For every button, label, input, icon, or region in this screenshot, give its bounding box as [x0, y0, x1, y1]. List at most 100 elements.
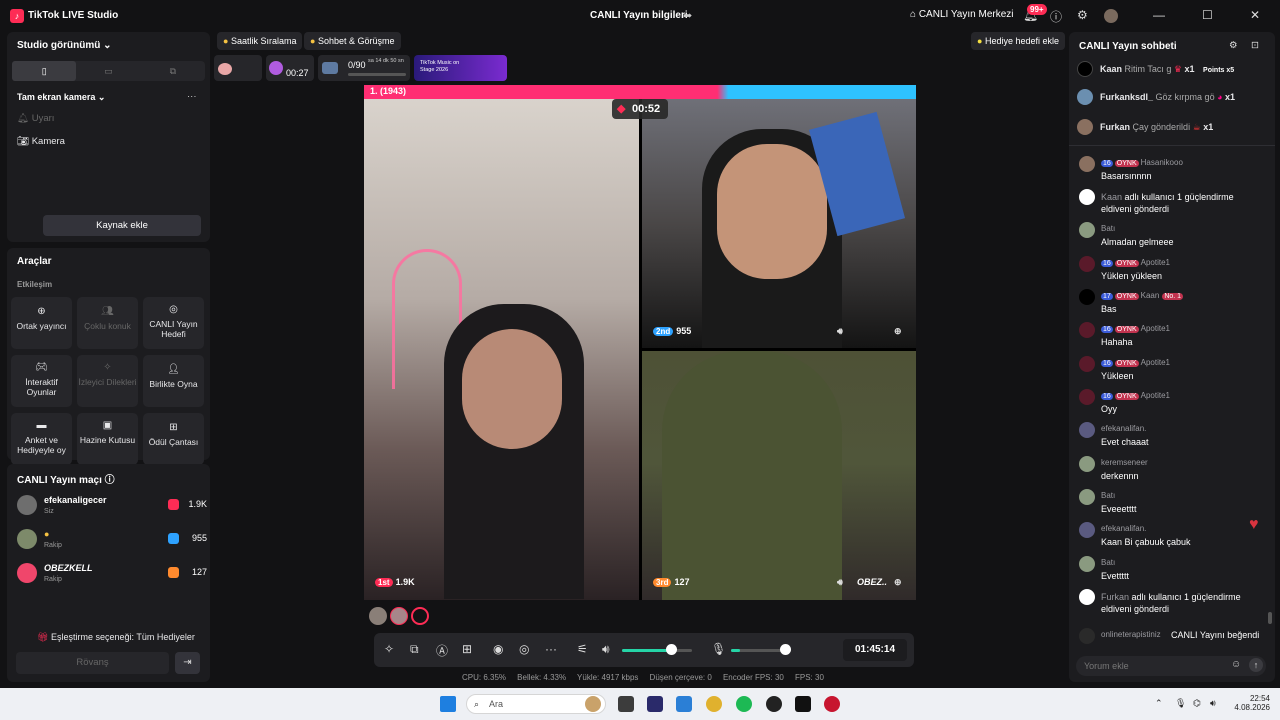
widget-icon[interactable] — [585, 696, 601, 712]
interactive-games-tool[interactable]: 🎮︎ İnteraktif Oyunlar — [11, 355, 72, 407]
pairing-option[interactable]: 🎁︎ Eşleştirme seçeneği: Tüm Hediyeler — [37, 632, 195, 643]
chat-user[interactable]: efekanalifan. — [1101, 424, 1146, 433]
source-camera[interactable]: 📷︎ Kamera — [17, 136, 65, 147]
record-icon[interactable]: ◉ — [493, 642, 503, 656]
add-media-icon[interactable]: ⊞ — [462, 642, 472, 656]
chat-user[interactable]: 17 OYNK Kaan No. 1 — [1101, 291, 1184, 300]
hourly-ranking-pill[interactable]: ● Saatlik Sıralama — [217, 32, 303, 50]
media-icon[interactable] — [824, 696, 840, 712]
avatar[interactable] — [369, 607, 387, 625]
avatar[interactable] — [390, 607, 408, 625]
more-icon[interactable]: ··· — [545, 642, 557, 656]
exit-icon[interactable]: ⇥ — [175, 652, 200, 674]
gear-icon[interactable]: ⚙ — [1077, 8, 1088, 22]
clock[interactable]: 22:54 4.08.2026 — [1230, 694, 1270, 712]
chat-user[interactable]: 16 OYNK Hasanikooo — [1101, 158, 1183, 167]
network-icon[interactable]: ⌬ — [1193, 698, 1201, 709]
close-icon[interactable]: ✕ — [1250, 8, 1260, 22]
windows-start-icon[interactable] — [440, 696, 456, 712]
volume-knob[interactable] — [666, 644, 677, 655]
chat-user[interactable]: keremseneer — [1101, 458, 1148, 467]
tiktok-icon[interactable] — [795, 696, 811, 712]
live-icon[interactable]: ◎ — [519, 642, 529, 656]
mail-icon[interactable] — [676, 696, 692, 712]
pink-rank-icon — [168, 499, 179, 510]
microphone-icon[interactable]: 🎙︎ — [711, 642, 726, 656]
chat-user[interactable]: Batı — [1101, 224, 1115, 233]
obs-icon[interactable] — [766, 696, 782, 712]
mic-tray-icon[interactable]: 🎙︎ — [1175, 698, 1186, 709]
avatar[interactable] — [1104, 9, 1118, 23]
multi-guest-tool[interactable]: 👥︎ Çoklu konuk — [77, 297, 138, 349]
music-banner[interactable]: TikTok Music on Stage 2026 — [414, 55, 507, 81]
chat-user[interactable]: 16 OYNK Apotite1 — [1101, 358, 1170, 367]
sticker-chip[interactable] — [214, 55, 262, 81]
tool-label: CANLI Yayın Hedefi — [149, 319, 198, 339]
ai-icon[interactable]: Ⓐ — [436, 642, 448, 659]
chat-user[interactable]: onlineterapistiniz — [1101, 630, 1161, 639]
help-icon[interactable]: ⓘ — [105, 475, 115, 486]
studio-view-title[interactable]: Studio görünümü ⌄ — [17, 40, 112, 51]
tray-chevron-icon[interactable]: ⌃ — [1155, 698, 1163, 709]
portrait-icon[interactable]: ▯ — [12, 61, 77, 81]
chat-user[interactable]: efekanalifan. — [1101, 524, 1146, 533]
p3-add-icon[interactable]: ⊕ — [894, 577, 902, 588]
chrome-icon[interactable] — [706, 696, 722, 712]
magic-wand-icon[interactable]: ✧ — [384, 642, 394, 656]
rematch-button[interactable]: Rövanş — [16, 652, 169, 674]
live-info-title[interactable]: CANLI Yayın bilgileri — [590, 10, 688, 21]
viewer-wishes-tool[interactable]: ✧ İzleyici Dilekleri — [77, 355, 138, 407]
avatar — [1079, 589, 1095, 605]
layered-icon[interactable]: ⧉ — [141, 61, 205, 81]
spotify-icon[interactable] — [736, 696, 752, 712]
progress-chip[interactable]: 0/90 sa 14 dk 50 sn — [318, 55, 410, 81]
chat-call-pill[interactable]: ● Sohbet & Görüşme — [304, 32, 401, 50]
ae-icon[interactable] — [647, 696, 663, 712]
chat-user[interactable]: 16 OYNK Apotite1 — [1101, 258, 1170, 267]
source-alert[interactable]: 🔔︎ Uyarı — [17, 113, 54, 124]
cohost-tool[interactable]: ⊕ Ortak yayıncı — [11, 297, 72, 349]
poll-tool[interactable]: ▬ Anket ve Hediyeyle oy — [11, 413, 72, 465]
speaker-icon[interactable]: 🔊︎ — [602, 642, 610, 657]
chat-username[interactable]: Kaan — [1101, 192, 1125, 202]
live-goal-tool[interactable]: ◎ CANLI Yayın Hedefi — [143, 297, 204, 349]
chat-user[interactable]: 16 OYNK Apotite1 — [1101, 324, 1170, 333]
chat-user[interactable]: Batı — [1101, 491, 1115, 500]
popout-icon[interactable]: ⊡ — [1251, 40, 1259, 51]
effects-icon[interactable]: ⧉ — [410, 642, 419, 657]
p2-add-icon[interactable]: ⊕ — [894, 326, 902, 337]
volume-slider[interactable] — [622, 649, 692, 652]
avatar[interactable] — [411, 607, 429, 625]
minimize-icon[interactable]: — — [1153, 8, 1165, 22]
chat-username[interactable]: Furkan — [1101, 592, 1132, 602]
camera-icon: 📷︎ — [17, 136, 30, 147]
avatar — [1079, 256, 1095, 272]
chat-user[interactable]: 16 OYNK Apotite1 — [1101, 391, 1170, 400]
chat-username: efekanalifan. — [1101, 424, 1147, 433]
treasure-box-tool[interactable]: ▣ Hazine Kutusu — [77, 413, 138, 465]
chat-scrollbar[interactable] — [1268, 612, 1272, 624]
play-together-tool[interactable]: 👤︎ Birlikte Oyna — [143, 355, 204, 407]
settings-sliders-icon[interactable]: ⚟ — [577, 642, 588, 656]
bag-icon: ⊞ — [169, 422, 178, 433]
maximize-icon[interactable]: ☐ — [1202, 8, 1213, 22]
p2-mute-icon[interactable]: 🔊︎ — [837, 326, 843, 337]
add-source-button[interactable]: Kaynak ekle — [43, 215, 201, 236]
gear-icon[interactable]: ⚙ — [1229, 40, 1238, 51]
help-icon[interactable]: ⓘ — [1050, 8, 1062, 25]
landscape-icon[interactable]: ▭ — [76, 61, 140, 81]
more-icon[interactable]: ··· — [187, 91, 197, 102]
send-icon[interactable]: ↑ — [1249, 658, 1263, 672]
files-icon[interactable] — [618, 696, 634, 712]
gift-goal-pill[interactable]: ● Hediye hedefi ekle — [971, 32, 1066, 50]
mic-knob[interactable] — [780, 644, 791, 655]
p3-mute-icon[interactable]: 🔊︎ — [837, 577, 843, 588]
reward-bag-tool[interactable]: ⊞ Ödül Çantası — [143, 413, 204, 465]
live-center-button[interactable]: ⌂ CANLI Yayın Merkezi — [910, 9, 1014, 20]
timer-chip[interactable]: 00:27 — [266, 55, 314, 81]
sound-tray-icon[interactable]: 🔊︎ — [1210, 698, 1216, 709]
camera-header[interactable]: Tam ekran kamera ⌄ — [17, 92, 105, 103]
chat-user[interactable]: Batı — [1101, 558, 1115, 567]
emoji-icon[interactable]: ☺ — [1231, 659, 1241, 670]
share-icon[interactable]: ➦ — [683, 9, 692, 22]
